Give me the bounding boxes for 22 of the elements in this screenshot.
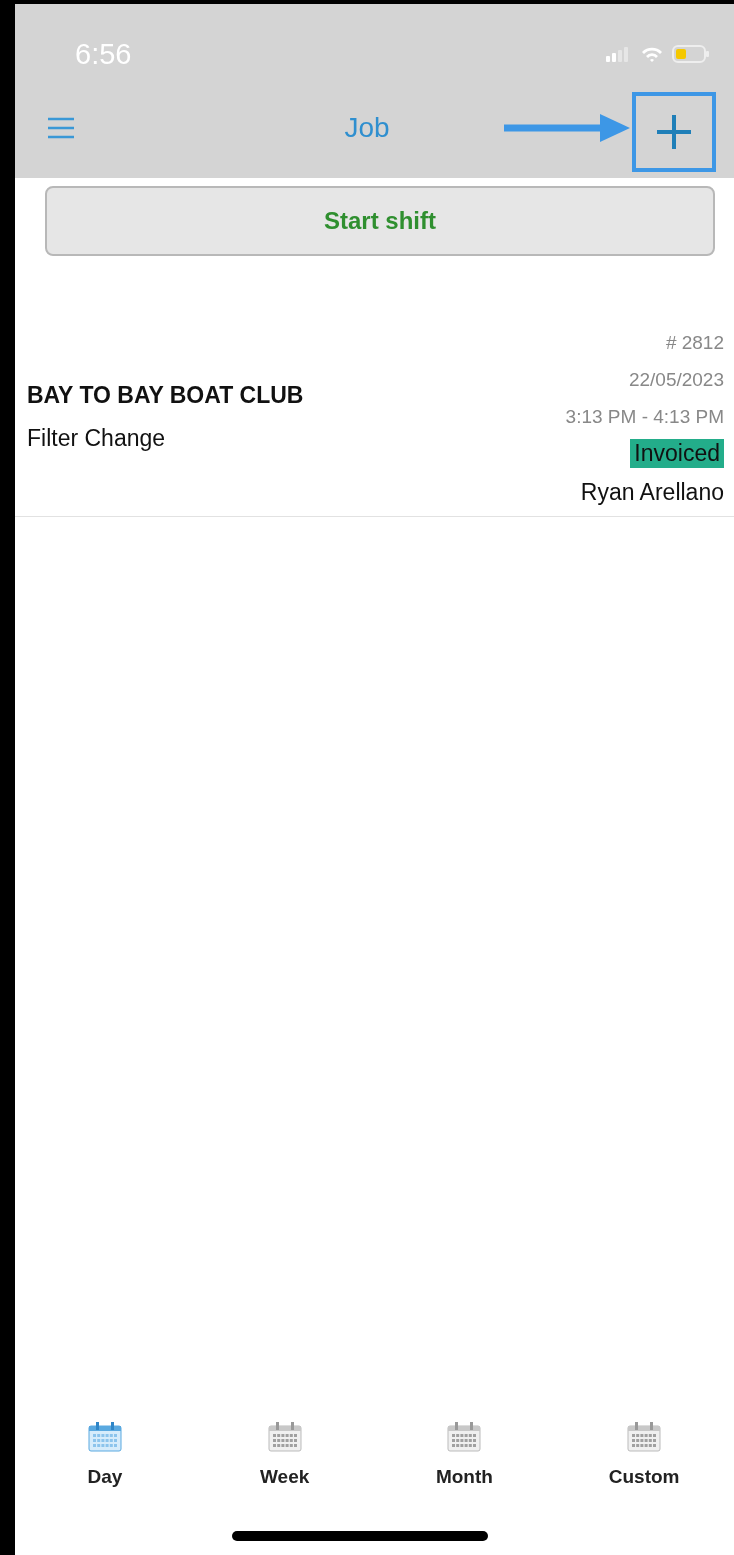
menu-button[interactable] (47, 117, 75, 139)
tab[interactable]: Custom (569, 1421, 720, 1489)
technician-name: Ryan Arellano (580, 479, 724, 506)
service-name: Filter Change (27, 425, 167, 452)
battery-icon (672, 45, 710, 63)
calendar-icon (87, 1422, 122, 1452)
tab[interactable]: Week (209, 1421, 360, 1489)
job-row[interactable]: BAY TO BAY BOAT CLUB Filter Change # 2812 22/05/2023 3:13 PM - 4:13 PM Invoiced Ryan Arellano (15, 322, 734, 517)
client-name: BAY TO BAY BOAT CLUB (27, 382, 304, 409)
calendar-icon (447, 1422, 482, 1452)
calendar-icon (627, 1422, 662, 1452)
tab[interactable]: Month (389, 1421, 540, 1489)
plus-icon (655, 113, 693, 151)
tab[interactable]: Day (29, 1421, 180, 1489)
job-number: # 2812 (665, 331, 724, 355)
wifi-icon (640, 45, 664, 63)
calendar-icon (267, 1422, 302, 1452)
status-badge: Invoiced (630, 439, 724, 468)
screen-title: Job (344, 112, 390, 144)
add-button[interactable] (632, 92, 716, 172)
job-time: 3:13 PM - 4:13 PM (565, 405, 724, 429)
job-date: 22/05/2023 (628, 368, 724, 392)
